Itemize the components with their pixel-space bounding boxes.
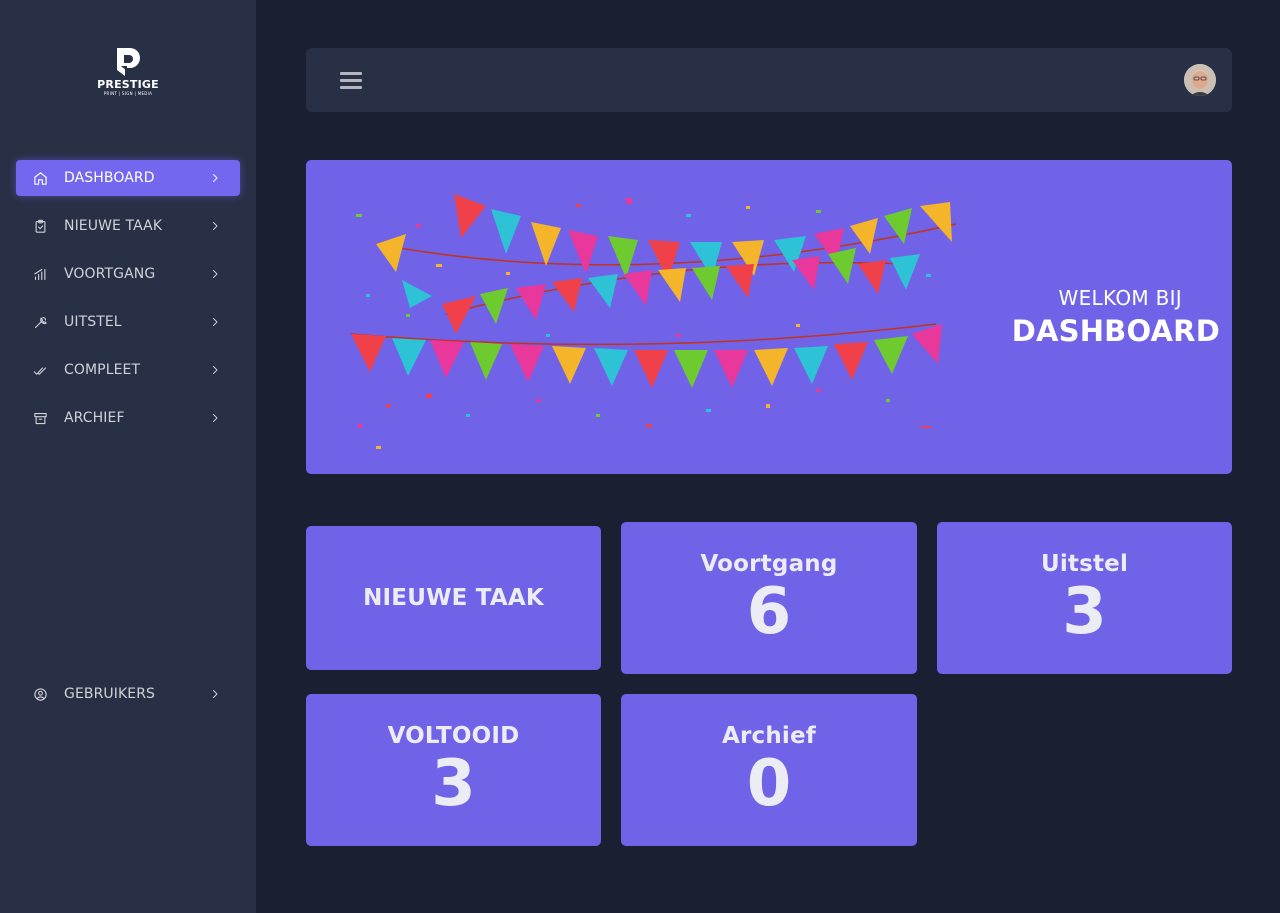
sidebar: PRESTIGE PRINT | SIGN | MEDIA DASHBOARD … xyxy=(0,0,256,913)
chevron-right-icon xyxy=(208,219,222,233)
sidebar-item-label: GEBRUIKERS xyxy=(64,686,156,702)
sidebar-item-label: NIEUWE TAAK xyxy=(64,218,163,234)
top-navbar xyxy=(306,48,1232,112)
bunting-flags-illustration xyxy=(350,194,957,449)
card-title: VOLTOOID xyxy=(387,723,520,749)
sidebar-item-label: ARCHIEF xyxy=(64,410,125,426)
welcome-subtitle: WELKOM BIJ xyxy=(1058,286,1182,310)
clipboard-check-icon xyxy=(32,218,48,234)
chevron-right-icon xyxy=(208,267,222,281)
archive-icon xyxy=(32,410,48,426)
sidebar-item-label: DASHBOARD xyxy=(64,170,155,186)
brand-tagline: PRINT | SIGN | MEDIA xyxy=(103,91,153,96)
tool-icon xyxy=(32,314,48,330)
welcome-title: DASHBOARD xyxy=(1011,314,1220,348)
card-title: NIEUWE TAAK xyxy=(363,585,544,611)
brand-logo[interactable]: PRESTIGE PRINT | SIGN | MEDIA xyxy=(97,46,159,98)
delay-card[interactable]: Uitstel 3 xyxy=(937,522,1232,674)
sidebar-item-label: VOORTGANG xyxy=(64,266,156,282)
sidebar-item-label: UITSTEL xyxy=(64,314,122,330)
card-title: Voortgang xyxy=(700,551,838,577)
card-count: 3 xyxy=(1062,575,1107,649)
sidebar-item-archief[interactable]: ARCHIEF xyxy=(16,400,240,436)
chevron-right-icon xyxy=(208,315,222,329)
sidebar-item-uitstel[interactable]: UITSTEL xyxy=(16,304,240,340)
logo-icon xyxy=(117,48,140,76)
new-task-card[interactable]: NIEUWE TAAK xyxy=(306,526,601,670)
chevron-right-icon xyxy=(208,687,222,701)
card-count: 0 xyxy=(746,747,792,821)
hamburger-menu-icon[interactable] xyxy=(340,70,362,90)
user-circle-icon xyxy=(32,686,48,702)
check-double-icon xyxy=(32,362,48,378)
progress-card[interactable]: Voortgang 6 xyxy=(621,522,917,674)
archive-card[interactable]: Archief 0 xyxy=(621,694,917,846)
card-count: 6 xyxy=(746,575,792,649)
sidebar-item-voortgang[interactable]: VOORTGANG xyxy=(16,256,240,292)
brand-name: PRESTIGE xyxy=(97,78,159,91)
card-title: Archief xyxy=(721,723,817,749)
sidebar-item-dashboard[interactable]: DASHBOARD xyxy=(16,160,240,196)
chevron-right-icon xyxy=(208,171,222,185)
sidebar-item-compleet[interactable]: COMPLEET xyxy=(16,352,240,388)
home-icon xyxy=(32,170,48,186)
welcome-banner: WELKOM BIJ DASHBOARD xyxy=(306,160,1232,474)
user-avatar[interactable] xyxy=(1184,64,1216,96)
chevron-right-icon xyxy=(208,363,222,377)
sidebar-item-gebruikers[interactable]: GEBRUIKERS xyxy=(16,676,240,712)
bar-chart-icon xyxy=(32,266,48,282)
card-title: Uitstel xyxy=(1040,551,1129,577)
sidebar-item-label: COMPLEET xyxy=(64,362,141,378)
chevron-right-icon xyxy=(208,411,222,425)
sidebar-item-nieuwe-taak[interactable]: NIEUWE TAAK xyxy=(16,208,240,244)
completed-card[interactable]: VOLTOOID 3 xyxy=(306,694,601,846)
card-count: 3 xyxy=(431,747,476,821)
